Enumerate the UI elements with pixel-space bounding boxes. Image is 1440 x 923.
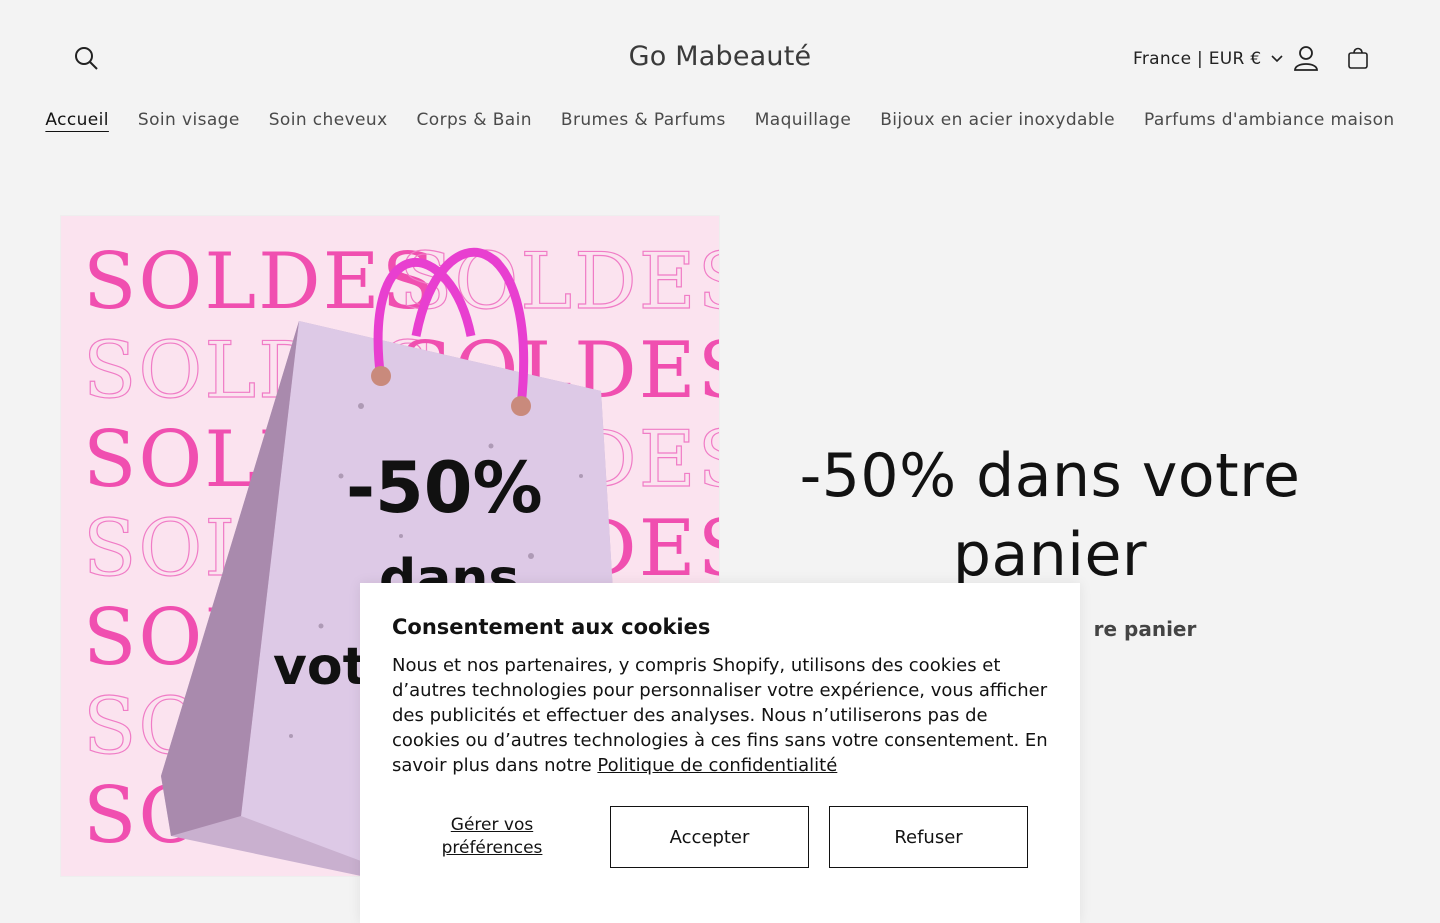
site-logo[interactable]: Go Mabeauté (629, 41, 812, 72)
nav-item-bijoux[interactable]: Bijoux en acier inoxydable (880, 110, 1115, 130)
search-icon (75, 47, 98, 70)
discount-text: -50% (346, 447, 543, 529)
search-button[interactable] (68, 40, 104, 76)
locale-selector[interactable]: France | EUR € (1133, 47, 1284, 71)
cart-button[interactable] (1341, 40, 1375, 76)
nav-item-soin-visage[interactable]: Soin visage (138, 110, 240, 130)
privacy-policy-link[interactable]: Politique de confidentialité (597, 755, 837, 776)
cookie-banner: Consentement aux cookies Nous et nos par… (360, 583, 1080, 923)
bag-text-votre: vot (273, 637, 367, 697)
hero-title: -50% dans votre panier (799, 441, 1301, 590)
cookie-text: Nous et nos partenaires, y compris Shopi… (392, 653, 1052, 778)
refuse-button[interactable]: Refuser (829, 806, 1028, 868)
chevron-down-icon (1271, 55, 1284, 63)
manage-preferences-link[interactable]: Gérer vos préférences (422, 814, 562, 860)
cookie-title: Consentement aux cookies (392, 615, 711, 639)
locale-label: France | EUR € (1133, 49, 1262, 69)
main-nav: Accueil Soin visage Soin cheveux Corps &… (0, 110, 1440, 130)
nav-item-accueil[interactable]: Accueil (45, 110, 109, 130)
nav-item-brumes-parfums[interactable]: Brumes & Parfums (561, 110, 726, 130)
cart-icon (1348, 47, 1368, 69)
account-button[interactable] (1289, 40, 1323, 76)
accept-button[interactable]: Accepter (610, 806, 809, 868)
site-header: Go Mabeauté France | EUR € (0, 0, 1440, 100)
account-icon (1294, 46, 1318, 71)
nav-item-parfums-ambiance[interactable]: Parfums d'ambiance maison (1144, 110, 1395, 130)
nav-item-maquillage[interactable]: Maquillage (755, 110, 852, 130)
nav-item-soin-cheveux[interactable]: Soin cheveux (269, 110, 388, 130)
cookie-actions: Gérer vos préférences Accepter Refuser (392, 806, 1052, 868)
nav-item-corps-bain[interactable]: Corps & Bain (417, 110, 532, 130)
